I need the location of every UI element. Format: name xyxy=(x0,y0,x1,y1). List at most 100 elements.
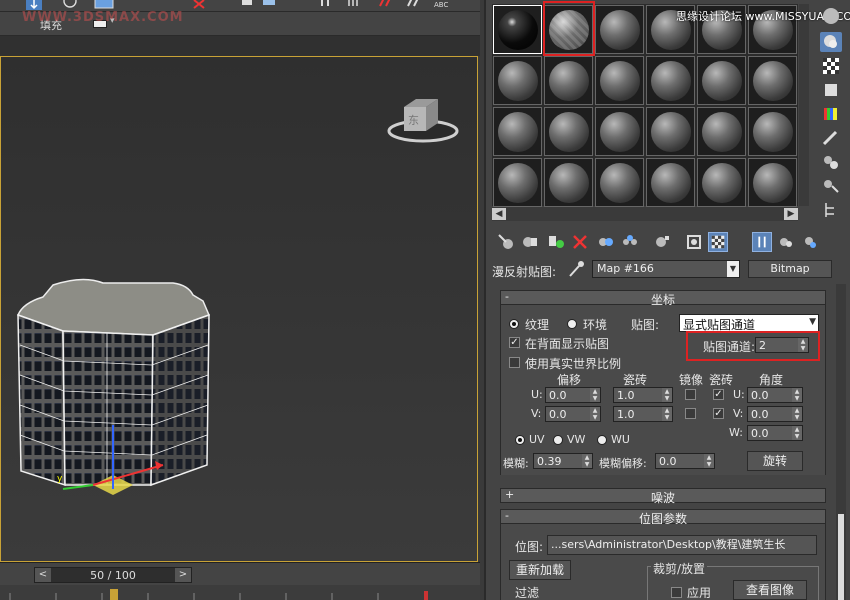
spinner-arrows-icon[interactable]: ▲ ▼ xyxy=(792,407,802,421)
building-model[interactable]: y xyxy=(13,275,213,495)
select-arrow-icon[interactable] xyxy=(26,0,42,10)
view-image-button[interactable]: 查看图像 xyxy=(733,580,807,600)
show-map-in-viewport-icon[interactable] xyxy=(684,232,704,252)
sample-slot[interactable] xyxy=(595,5,644,54)
v-angle-spinner[interactable]: 0.0 ▲ ▼ xyxy=(747,406,803,422)
vw-radio[interactable] xyxy=(553,435,563,445)
sample-slot[interactable] xyxy=(646,107,695,156)
sample-uv-tiling-icon[interactable] xyxy=(820,80,842,100)
spinner-arrows-icon[interactable]: ▲ ▼ xyxy=(662,388,672,402)
wu-radio[interactable] xyxy=(597,435,607,445)
sample-slot[interactable] xyxy=(748,158,797,207)
spinner-arrows-icon[interactable]: ▲ ▼ xyxy=(590,388,600,402)
make-unique-icon[interactable] xyxy=(596,232,616,252)
show-map-on-back-checkbox[interactable]: ✓ xyxy=(509,337,520,348)
use-real-world-checkbox[interactable] xyxy=(509,357,520,368)
sample-slot[interactable] xyxy=(544,158,593,207)
sample-slot[interactable] xyxy=(595,158,644,207)
mapping-dropdown[interactable]: 显式贴图通道 ▼ xyxy=(679,314,819,332)
apply-checkbox[interactable] xyxy=(671,587,682,598)
noise-rollout-header[interactable]: + 噪波 xyxy=(500,488,826,505)
scroll-left-icon[interactable]: ◀ xyxy=(492,208,506,220)
slot-grid-hscroll[interactable]: ◀ ▶ xyxy=(492,207,798,221)
rotate-button[interactable]: 旋转 xyxy=(747,451,803,471)
rotate-icon[interactable] xyxy=(62,0,78,10)
sample-slot[interactable] xyxy=(595,56,644,105)
material-id-channel-icon[interactable] xyxy=(652,232,672,252)
blur-spinner[interactable]: 0.39 ▲ ▼ xyxy=(533,453,593,469)
time-slider[interactable]: < 50 / 100 > xyxy=(34,567,192,583)
sample-slot[interactable] xyxy=(646,158,695,207)
coordinates-rollout-header[interactable]: - 坐标 xyxy=(500,290,826,307)
sample-slot[interactable] xyxy=(493,56,542,105)
schematic-icon[interactable] xyxy=(406,0,420,10)
reload-button[interactable]: 重新加载 xyxy=(509,560,571,580)
texture-radio[interactable] xyxy=(509,319,519,329)
make-preview-icon[interactable] xyxy=(820,128,842,148)
array-icon[interactable] xyxy=(346,0,360,10)
video-color-check-icon[interactable] xyxy=(820,104,842,124)
uv-radio[interactable] xyxy=(515,435,525,445)
rollout-scrollbar[interactable] xyxy=(836,284,846,600)
go-forward-to-sibling-icon[interactable] xyxy=(776,232,796,252)
chevron-down-icon[interactable]: ▼ xyxy=(727,261,739,277)
sample-slot[interactable] xyxy=(748,107,797,156)
map-name-field[interactable]: Map #166 ▼ xyxy=(592,260,740,278)
time-next-button[interactable]: > xyxy=(175,568,191,582)
sample-slot[interactable] xyxy=(595,107,644,156)
perspective-viewport[interactable]: 东 y xyxy=(0,56,478,562)
w-angle-spinner[interactable]: 0.0 ▲ ▼ xyxy=(747,425,803,441)
sample-slot[interactable] xyxy=(697,107,746,156)
v-tile-checkbox[interactable]: ✓ xyxy=(713,408,724,419)
window-icon[interactable] xyxy=(94,0,114,10)
spinner-arrows-icon[interactable]: ▲ ▼ xyxy=(792,388,802,402)
material-map-browser-icon[interactable] xyxy=(800,232,820,252)
snap-icon[interactable] xyxy=(192,0,206,10)
sample-slot[interactable] xyxy=(697,56,746,105)
curve-editor-icon[interactable] xyxy=(378,0,392,10)
options-icon[interactable] xyxy=(820,152,842,172)
u-angle-spinner[interactable]: 0.0 ▲ ▼ xyxy=(747,387,803,403)
u-offset-spinner[interactable]: 0.0 ▲ ▼ xyxy=(545,387,601,403)
sample-type-sphere-icon[interactable] xyxy=(820,6,842,26)
bitmap-params-rollout-header[interactable]: - 位图参数 xyxy=(500,509,826,526)
bitmap-path-button[interactable]: ...sers\Administrator\Desktop\教程\建筑生长\02… xyxy=(547,535,817,555)
scrollbar-thumb[interactable] xyxy=(838,514,844,600)
put-to-library-icon[interactable] xyxy=(620,232,640,252)
sample-slot[interactable] xyxy=(544,56,593,105)
spinner-arrows-icon[interactable]: ▲ ▼ xyxy=(704,454,714,468)
sample-slot[interactable] xyxy=(493,107,542,156)
get-material-icon[interactable] xyxy=(496,232,516,252)
spinner-arrows-icon[interactable]: ▲ ▼ xyxy=(792,426,802,440)
select-by-material-icon[interactable] xyxy=(820,176,842,196)
mirror-icon[interactable] xyxy=(318,0,332,10)
track-ruler[interactable] xyxy=(0,585,480,600)
sample-slot[interactable] xyxy=(697,158,746,207)
go-to-parent-icon[interactable] xyxy=(752,232,772,252)
spinner-arrows-icon[interactable]: ▲ ▼ xyxy=(662,407,672,421)
layer-icon[interactable] xyxy=(262,0,276,10)
u-tiling-spinner[interactable]: 1.0 ▲ ▼ xyxy=(613,387,673,403)
slot-grid-vscroll[interactable] xyxy=(799,4,809,206)
v-tiling-spinner[interactable]: 1.0 ▲ ▼ xyxy=(613,406,673,422)
u-mirror-checkbox[interactable] xyxy=(685,389,696,400)
backlight-icon[interactable] xyxy=(820,32,842,52)
u-tile-checkbox[interactable]: ✓ xyxy=(713,389,724,400)
v-mirror-checkbox[interactable] xyxy=(685,408,696,419)
spinner-arrows-icon[interactable]: ▲ ▼ xyxy=(590,407,600,421)
spinner-arrows-icon[interactable]: ▲ ▼ xyxy=(582,454,592,468)
sample-slot[interactable] xyxy=(493,158,542,207)
blur-offset-spinner[interactable]: 0.0 ▲ ▼ xyxy=(655,453,715,469)
assign-to-selection-icon[interactable] xyxy=(546,232,566,252)
reset-map-icon[interactable] xyxy=(570,232,590,252)
map-type-button[interactable]: Bitmap xyxy=(748,260,832,278)
sample-slot[interactable] xyxy=(646,56,695,105)
eyedropper-icon[interactable] xyxy=(566,260,586,278)
material-navigator-icon[interactable] xyxy=(820,200,842,220)
v-offset-spinner[interactable]: 0.0 ▲ ▼ xyxy=(545,406,601,422)
sample-slot[interactable] xyxy=(748,56,797,105)
viewcube-icon[interactable]: 东 xyxy=(386,95,460,145)
scroll-right-icon[interactable]: ▶ xyxy=(784,208,798,220)
show-end-result-icon[interactable] xyxy=(708,232,728,252)
background-checker-icon[interactable] xyxy=(820,56,842,76)
